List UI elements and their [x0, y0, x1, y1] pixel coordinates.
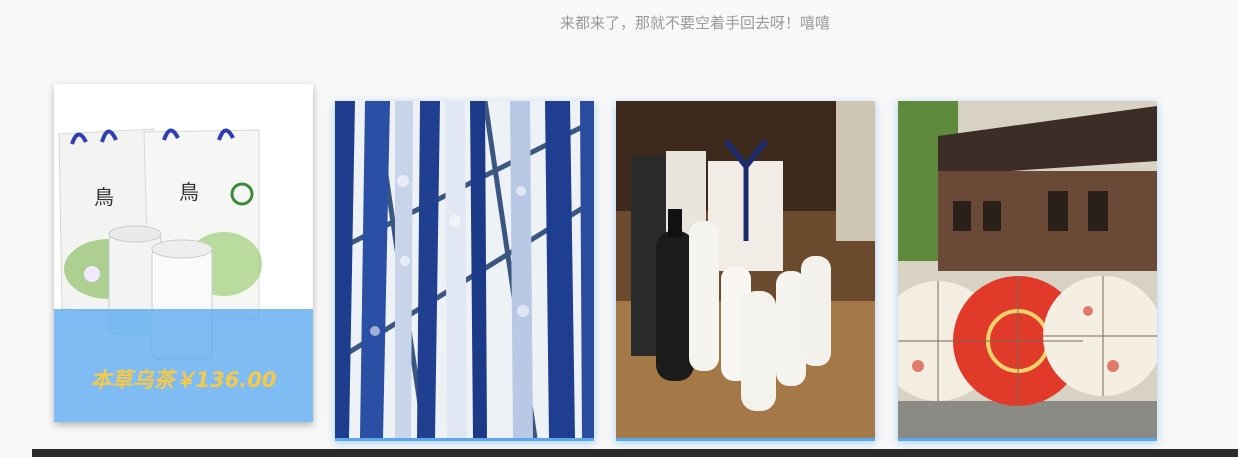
blue-white-cloth-image — [335, 101, 594, 438]
product-price: ￥136.00 — [174, 368, 277, 392]
product-card-cloth[interactable] — [335, 101, 594, 441]
svg-text:鳥: 鳥 — [179, 180, 199, 204]
svg-text:鳥: 鳥 — [94, 185, 114, 209]
product-name: 本草乌茶 — [90, 368, 175, 392]
oil-paper-umbrella-image — [898, 101, 1157, 438]
product-card-umbrella[interactable] — [898, 101, 1157, 441]
product-card-tea[interactable]: 鳥 鳥 本草乌茶￥136.00 — [54, 84, 313, 422]
product-card-liquor[interactable] — [616, 101, 875, 441]
product-price-label: 本草乌茶￥136.00 — [54, 364, 313, 394]
footer-bar — [32, 449, 1238, 457]
liquor-bottles-image — [616, 101, 875, 438]
section-subtitle: 来都来了，那就不要空着手回去呀！嘻嘻 — [559, 14, 830, 32]
